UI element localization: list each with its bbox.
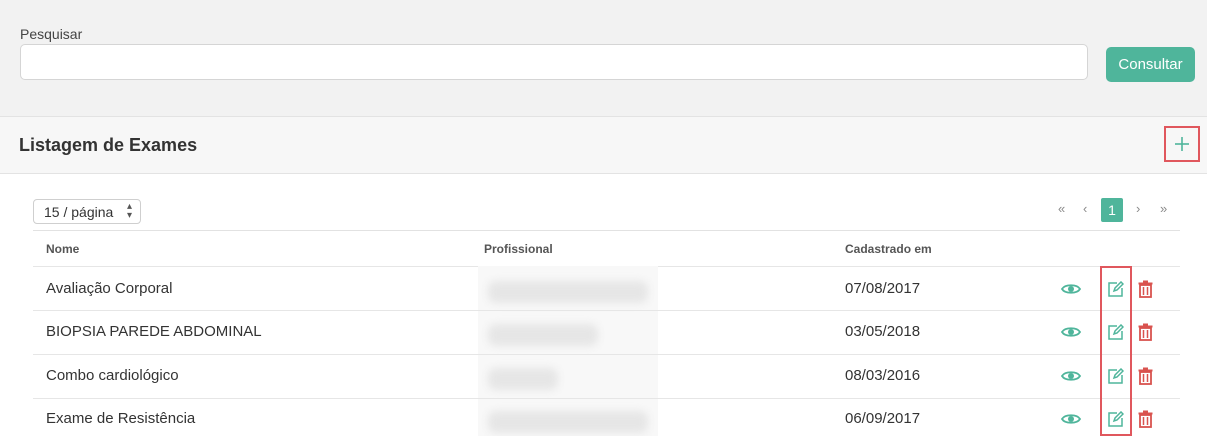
pagination-prev[interactable]: ‹ bbox=[1083, 201, 1087, 216]
redacted-profissional bbox=[488, 411, 648, 433]
search-input[interactable] bbox=[20, 44, 1088, 80]
row-divider bbox=[33, 310, 1180, 311]
trash-icon[interactable] bbox=[1135, 409, 1155, 429]
table-row-nome: Combo cardiológico bbox=[46, 367, 179, 384]
table-row-data: 03/05/2018 bbox=[845, 323, 921, 340]
column-header-nome: Nome bbox=[46, 242, 80, 256]
table-row-data: 06/09/2017 bbox=[845, 410, 921, 427]
table-row-data: 07/08/2017 bbox=[845, 280, 921, 297]
table-row-nome: Avaliação Corporal bbox=[46, 280, 173, 297]
eye-icon[interactable] bbox=[1061, 366, 1081, 386]
column-header-cadastrado: Cadastrado em bbox=[845, 242, 932, 256]
edit-column-highlight bbox=[1100, 266, 1132, 436]
redacted-profissional bbox=[488, 324, 598, 346]
consultar-button[interactable]: Consultar bbox=[1106, 47, 1195, 82]
page-title: Listagem de Exames bbox=[19, 135, 198, 155]
redacted-profissional bbox=[488, 368, 558, 390]
eye-icon[interactable] bbox=[1061, 409, 1081, 429]
redacted-profissional bbox=[488, 281, 648, 303]
row-divider bbox=[33, 354, 1180, 355]
trash-icon[interactable] bbox=[1135, 279, 1155, 299]
search-label: Pesquisar bbox=[20, 26, 83, 42]
eye-icon[interactable] bbox=[1061, 322, 1081, 342]
table-row-nome: BIOPSIA PAREDE ABDOMINAL bbox=[46, 323, 262, 340]
plus-icon bbox=[1175, 137, 1189, 151]
trash-icon[interactable] bbox=[1135, 366, 1155, 386]
column-header-profissional: Profissional bbox=[484, 242, 553, 256]
table-row-nome: Exame de Resistência bbox=[46, 410, 196, 427]
per-page-select[interactable]: 15 / página ▴ ▾ bbox=[33, 199, 141, 224]
pagination-last[interactable]: » bbox=[1160, 201, 1167, 216]
add-exam-button[interactable] bbox=[1164, 126, 1200, 162]
row-divider bbox=[33, 398, 1180, 399]
trash-icon[interactable] bbox=[1135, 322, 1155, 342]
per-page-value: 15 / página bbox=[44, 203, 114, 220]
table-row-data: 08/03/2016 bbox=[845, 367, 921, 384]
table-divider bbox=[33, 230, 1180, 231]
select-arrows-icon: ▴ ▾ bbox=[126, 201, 132, 221]
eye-icon[interactable] bbox=[1061, 279, 1081, 299]
pagination-first[interactable]: « bbox=[1058, 201, 1065, 216]
pagination-current-page[interactable]: 1 bbox=[1101, 198, 1123, 222]
pagination-next[interactable]: › bbox=[1136, 201, 1140, 216]
